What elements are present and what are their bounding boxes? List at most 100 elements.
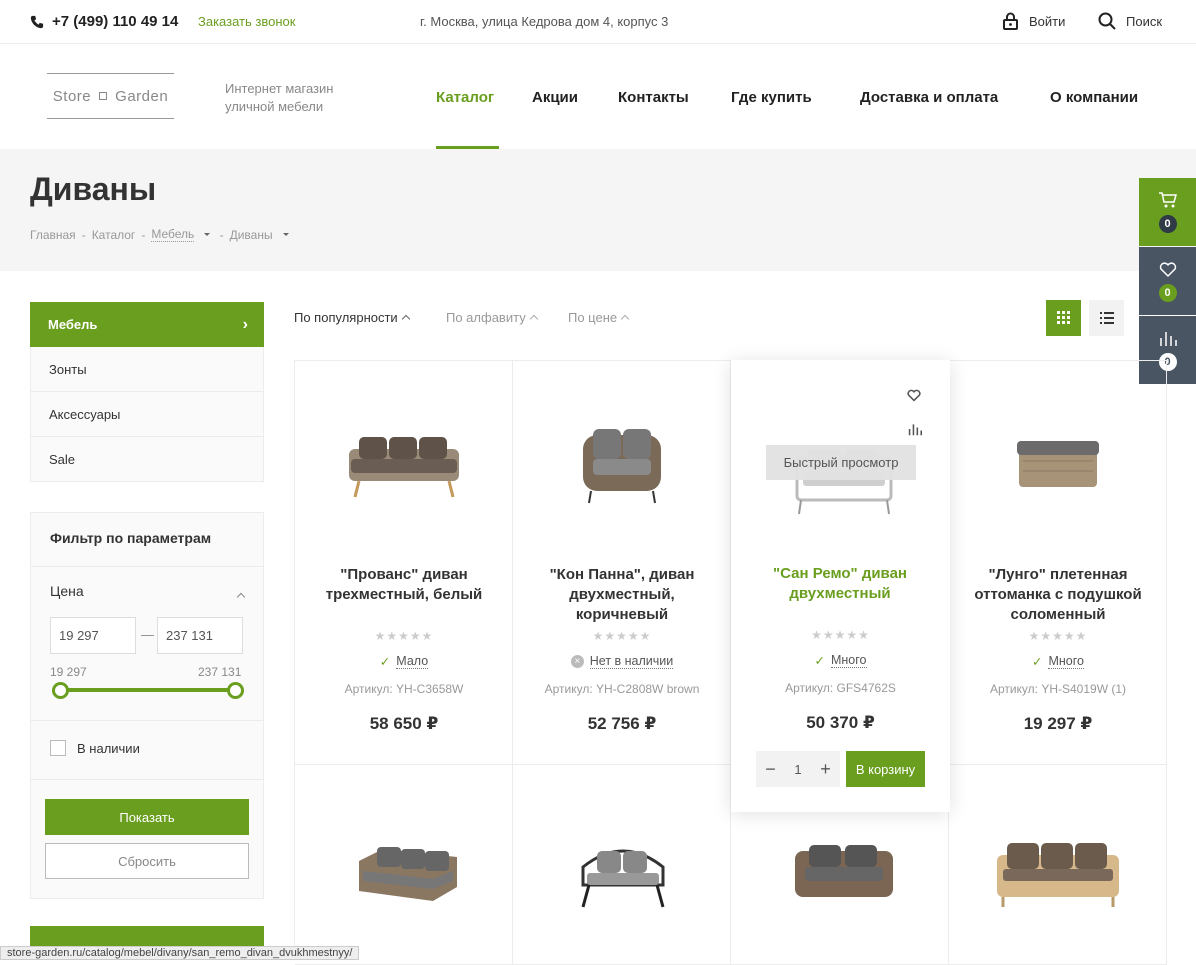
menu-item-umbrellas[interactable]: Зонты <box>30 347 264 392</box>
nav-promotions[interactable]: Акции <box>532 89 578 106</box>
title-band: Диваны Главная - Каталог - Мебель - Диваны <box>0 149 1196 271</box>
product-price: 58 650 ₽ <box>369 714 439 733</box>
chevron-up-icon[interactable] <box>236 587 246 605</box>
plus-button[interactable]: + <box>820 759 831 780</box>
divider <box>31 720 263 721</box>
breadcrumb-furniture[interactable]: Мебель <box>151 227 195 242</box>
logo-square-icon <box>99 92 108 100</box>
sort-price[interactable]: По цене <box>568 310 630 325</box>
quantity-stepper: − 1 + <box>756 751 840 787</box>
grid-view-button[interactable] <box>1046 300 1081 336</box>
unavailable-icon: × <box>570 655 584 668</box>
stock-status: ✓ Много <box>949 654 1167 669</box>
product-card[interactable] <box>295 765 513 965</box>
search-icon <box>1098 12 1116 30</box>
product-sku: Артикул: YH-C3658W <box>344 682 464 696</box>
chevron-up-icon <box>401 314 410 324</box>
chevron-down-icon[interactable] <box>282 233 289 236</box>
login-link[interactable]: Войти <box>1002 12 1065 30</box>
price-max-input[interactable]: 237 131 <box>157 617 243 654</box>
nav-catalog[interactable]: Каталог <box>436 89 494 106</box>
search-link[interactable]: Поиск <box>1098 12 1162 30</box>
stock-status: ✓ Много <box>731 653 950 668</box>
minus-button[interactable]: − <box>765 759 776 780</box>
ottoman-image[interactable] <box>1013 431 1103 501</box>
breadcrumb-catalog[interactable]: Каталог <box>92 228 136 242</box>
quick-view-button[interactable]: Быстрый просмотр <box>766 445 916 480</box>
stock-label: Мало <box>396 654 429 669</box>
product-name[interactable]: "Прованс" диван трехместный, белый <box>295 565 513 605</box>
quantity-value[interactable]: 1 <box>794 762 801 777</box>
menu-item-accessories[interactable]: Аксессуары <box>30 392 264 437</box>
stock-label: Много <box>830 653 867 668</box>
heart-icon <box>907 389 921 402</box>
logo[interactable]: Store Garden <box>47 73 174 119</box>
chevron-down-icon[interactable] <box>204 233 211 236</box>
product-name[interactable]: "Кон Панна", диван двухместный, коричнев… <box>513 565 731 625</box>
reset-button[interactable]: Сбросить <box>45 843 249 879</box>
sort-label: По алфавиту <box>446 310 526 325</box>
price-slider-min-handle[interactable] <box>52 682 69 699</box>
sofa-image[interactable] <box>577 835 669 915</box>
sofa-image[interactable] <box>339 421 469 501</box>
breadcrumb-home[interactable]: Главная <box>30 228 76 242</box>
lock-icon <box>1003 12 1018 30</box>
stock-status: ✓ Мало <box>295 654 513 669</box>
price-min-label: 19 297 <box>50 665 87 679</box>
product-price: 19 297 ₽ <box>1023 714 1093 733</box>
favorites-count-badge: 0 <box>1158 284 1177 302</box>
breadcrumb-sofas[interactable]: Диваны <box>230 228 273 242</box>
product-name[interactable]: "Сан Ремо" диван двухместный <box>731 564 949 604</box>
check-icon: ✓ <box>1032 655 1043 669</box>
list-view-button[interactable] <box>1089 300 1124 336</box>
product-card[interactable]: "Кон Панна", диван двухместный, коричнев… <box>513 361 731 765</box>
sofa-image[interactable] <box>991 835 1125 911</box>
sort-alphabet[interactable]: По алфавиту <box>446 310 538 325</box>
compare-button[interactable] <box>907 422 923 436</box>
side-panel: 0 0 0 <box>1139 178 1196 384</box>
sort-popularity[interactable]: По популярности <box>294 310 410 325</box>
favorite-button[interactable] <box>906 388 922 402</box>
add-to-cart-button[interactable]: В корзину <box>846 751 925 787</box>
product-card-hovered[interactable]: Быстрый просмотр "Сан Ремо" диван двухме… <box>731 360 950 812</box>
product-sku: Артикул: YH-S4019W (1) <box>989 682 1127 696</box>
product-card[interactable] <box>513 765 731 965</box>
menu-item-sale[interactable]: Sale <box>30 437 264 482</box>
side-favorites-button[interactable]: 0 <box>1139 247 1196 315</box>
sofa-image[interactable] <box>353 831 463 911</box>
sofa-image[interactable] <box>577 417 667 507</box>
menu-item-furniture[interactable]: Мебель › <box>30 302 264 347</box>
stock-label: Много <box>1048 654 1084 669</box>
product-name[interactable]: "Лунго" плетенная оттоманка с подушкой с… <box>949 565 1167 625</box>
nav-about[interactable]: О компании <box>1050 89 1138 106</box>
price-min-input[interactable]: 19 297 <box>50 617 136 654</box>
product-card[interactable]: "Прованс" диван трехместный, белый ★★★★★… <box>295 361 513 765</box>
side-cart-button[interactable]: 0 <box>1139 178 1196 246</box>
nav-contacts[interactable]: Контакты <box>618 89 689 106</box>
divider <box>31 566 263 567</box>
address-text: г. Москва, улица Кедрова дом 4, корпус 3 <box>420 14 669 29</box>
chevron-up-icon <box>620 314 630 324</box>
phone-icon <box>30 15 44 28</box>
show-button[interactable]: Показать <box>45 799 249 835</box>
sofa-image[interactable] <box>789 837 899 907</box>
in-stock-label: В наличии <box>77 741 140 756</box>
nav-delivery[interactable]: Доставка и оплата <box>860 89 998 106</box>
phone-number[interactable]: +7 (499) 110 49 14 <box>30 13 178 30</box>
product-card[interactable]: "Лунго" плетенная оттоманка с подушкой с… <box>949 361 1167 765</box>
stock-status: × Нет в наличии <box>513 654 731 669</box>
product-price: 52 756 ₽ <box>587 714 657 733</box>
callback-link[interactable]: Заказать звонок <box>198 14 295 29</box>
nav-where-to-buy[interactable]: Где купить <box>731 89 812 106</box>
product-card[interactable] <box>949 765 1167 965</box>
price-label: Цена <box>50 583 84 599</box>
price-slider-max-handle[interactable] <box>227 682 244 699</box>
filter-title: Фильтр по параметрам <box>50 530 212 546</box>
logo-text-left: Store <box>52 87 92 105</box>
check-icon: ✓ <box>379 655 391 669</box>
compare-icon <box>1159 332 1177 346</box>
search-label: Поиск <box>1126 13 1163 29</box>
category-menu: Мебель › Зонты Аксессуары Sale <box>30 302 264 482</box>
breadcrumb: Главная - Каталог - Мебель - Диваны <box>30 227 289 242</box>
in-stock-checkbox[interactable] <box>50 740 66 756</box>
